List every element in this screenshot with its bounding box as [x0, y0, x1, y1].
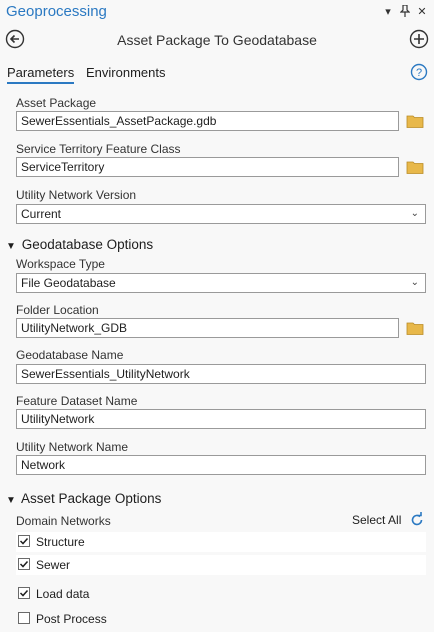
collapse-chevron-icon: ▼ [6, 241, 16, 252]
collapse-chevron-icon: ▼ [6, 495, 16, 506]
geodatabase-options-title: Geodatabase Options [21, 237, 154, 252]
asset-package-options-header[interactable]: ▼ Asset Package Options [6, 491, 161, 506]
tab-environments[interactable]: Environments [86, 65, 165, 80]
list-item[interactable]: Sewer [16, 555, 426, 575]
svg-text:?: ? [416, 67, 422, 79]
un-name-field[interactable]: Network [16, 455, 426, 475]
chevron-down-icon: ⌄ [410, 277, 419, 288]
workspace-type-value: File Geodatabase [21, 276, 116, 290]
folder-location-field[interactable]: UtilityNetwork_GDB [16, 318, 399, 338]
tool-tabs: Parameters Environments ? [0, 62, 434, 86]
checkbox[interactable] [18, 558, 30, 570]
close-icon[interactable]: ✕ [414, 3, 430, 19]
un-name-label: Utility Network Name [16, 440, 129, 454]
pane-title: Geoprocessing [6, 3, 107, 20]
post-process-label: Post Process [36, 612, 107, 626]
post-process-option[interactable]: Post Process [16, 609, 426, 629]
un-version-label: Utility Network Version [16, 188, 137, 202]
tab-parameters[interactable]: Parameters [7, 65, 75, 84]
browse-folder-icon[interactable] [406, 321, 426, 337]
pane-options-icon[interactable]: ▾ [380, 3, 396, 19]
load-data-option[interactable]: Load data [16, 584, 426, 604]
folder-location-label: Folder Location [16, 303, 99, 317]
add-icon[interactable] [409, 29, 429, 49]
gdb-name-field[interactable]: SewerEssentials_UtilityNetwork [16, 364, 426, 384]
asset-package-label: Asset Package [16, 96, 97, 110]
domain-networks-label: Domain Networks [16, 514, 111, 528]
tool-title: Asset Package To Geodatabase [117, 32, 317, 48]
gdb-name-label: Geodatabase Name [16, 348, 124, 362]
browse-folder-icon[interactable] [406, 114, 426, 130]
workspace-type-select[interactable]: File Geodatabase ⌄ [16, 273, 426, 293]
chevron-down-icon: ⌄ [410, 208, 419, 219]
help-icon[interactable]: ? [410, 63, 428, 81]
service-territory-label: Service Territory Feature Class [16, 142, 181, 156]
load-data-checkbox[interactable] [18, 587, 30, 599]
domain-network-label: Sewer [36, 558, 71, 572]
un-version-value: Current [21, 207, 62, 221]
un-version-select[interactable]: Current ⌄ [16, 204, 426, 224]
refresh-icon[interactable] [408, 511, 426, 529]
asset-package-field[interactable]: SewerEssentials_AssetPackage.gdb [16, 111, 399, 131]
domain-network-label: Structure [36, 535, 85, 549]
post-process-checkbox[interactable] [18, 612, 30, 624]
pin-icon[interactable] [397, 3, 413, 19]
pane-header: Geoprocessing ▾ ✕ [0, 0, 434, 24]
dataset-name-label: Feature Dataset Name [16, 394, 138, 408]
geodatabase-options-header[interactable]: ▼ Geodatabase Options [6, 237, 153, 252]
list-item[interactable]: Structure [16, 532, 426, 552]
asset-package-options-title: Asset Package Options [21, 491, 162, 506]
load-data-label: Load data [36, 587, 90, 601]
workspace-type-label: Workspace Type [16, 257, 105, 271]
browse-folder-icon[interactable] [406, 160, 426, 176]
dataset-name-field[interactable]: UtilityNetwork [16, 409, 426, 429]
checkbox[interactable] [18, 535, 30, 547]
tool-nav-bar: Asset Package To Geodatabase [0, 26, 434, 54]
select-all-button[interactable]: Select All [352, 513, 401, 527]
service-territory-field[interactable]: ServiceTerritory [16, 157, 399, 177]
